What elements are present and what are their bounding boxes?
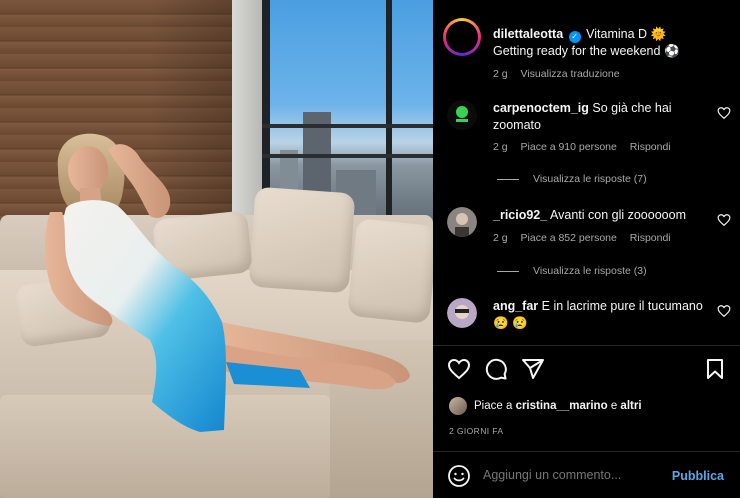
liker-avatar[interactable] bbox=[449, 397, 467, 415]
heart-icon[interactable] bbox=[717, 213, 731, 227]
author-avatar[interactable] bbox=[443, 18, 481, 56]
reply-button[interactable]: Rispondi bbox=[630, 141, 671, 153]
bookmark-icon[interactable] bbox=[703, 357, 727, 381]
likes-others-link[interactable]: altri bbox=[620, 400, 641, 412]
post-caption: dilettaleotta ✓ Vitamina D 🌞 Getting rea… bbox=[493, 26, 738, 83]
liker-username[interactable]: cristina__marino bbox=[516, 400, 608, 412]
comment-input[interactable] bbox=[483, 468, 653, 482]
caption-text-1: Vitamina D bbox=[586, 27, 648, 41]
publish-button[interactable]: Pubblica bbox=[672, 469, 724, 483]
comment-time: 2 g bbox=[493, 141, 508, 153]
comment-likes[interactable]: Piace a 852 persone bbox=[521, 232, 617, 244]
heart-icon[interactable] bbox=[447, 357, 471, 381]
commenter-username[interactable]: carpenoctem_ig bbox=[493, 101, 589, 115]
commenter-avatar[interactable] bbox=[447, 100, 477, 130]
commenter-avatar[interactable] bbox=[447, 298, 477, 328]
commenter-avatar[interactable] bbox=[447, 207, 477, 237]
woman-figure bbox=[45, 133, 410, 432]
add-comment-bar: Pubblica bbox=[433, 456, 740, 498]
post-actions bbox=[447, 357, 727, 383]
translate-link[interactable]: Visualizza traduzione bbox=[521, 68, 620, 80]
heart-icon[interactable] bbox=[717, 304, 731, 318]
share-icon[interactable] bbox=[521, 357, 545, 381]
comment-icon[interactable] bbox=[484, 357, 508, 381]
comment-time: 2 g bbox=[493, 232, 508, 244]
view-replies[interactable]: Visualizza le risposte (3) bbox=[497, 265, 647, 277]
sun-emoji: 🌞 bbox=[650, 27, 667, 41]
reply-button[interactable]: Rispondi bbox=[630, 232, 671, 244]
verified-icon: ✓ bbox=[568, 31, 581, 43]
post-timestamp: 2 GIORNI FA bbox=[449, 426, 504, 436]
likes-summary: Piace a cristina__marino e altri bbox=[449, 397, 642, 415]
post-photo[interactable] bbox=[0, 0, 433, 498]
emoji-icon[interactable] bbox=[447, 464, 471, 488]
ball-emoji: ⚽ bbox=[663, 44, 680, 58]
comment-text: Avanti con gli zoooooom bbox=[550, 208, 686, 222]
caption-text-2: Getting ready for the weekend bbox=[493, 44, 661, 58]
heart-icon[interactable] bbox=[717, 106, 731, 120]
commenter-username[interactable]: _ricio92_ bbox=[493, 208, 547, 222]
view-replies[interactable]: Visualizza le risposte (7) bbox=[497, 173, 647, 185]
comment-likes[interactable]: Piace a 910 persone bbox=[521, 141, 617, 153]
author-username[interactable]: dilettaleotta bbox=[493, 27, 563, 41]
commenter-username[interactable]: ang_far bbox=[493, 299, 538, 313]
comments-panel: dilettaleotta ✓ Vitamina D 🌞 Getting rea… bbox=[433, 0, 740, 498]
post-time: 2 g bbox=[493, 68, 508, 80]
